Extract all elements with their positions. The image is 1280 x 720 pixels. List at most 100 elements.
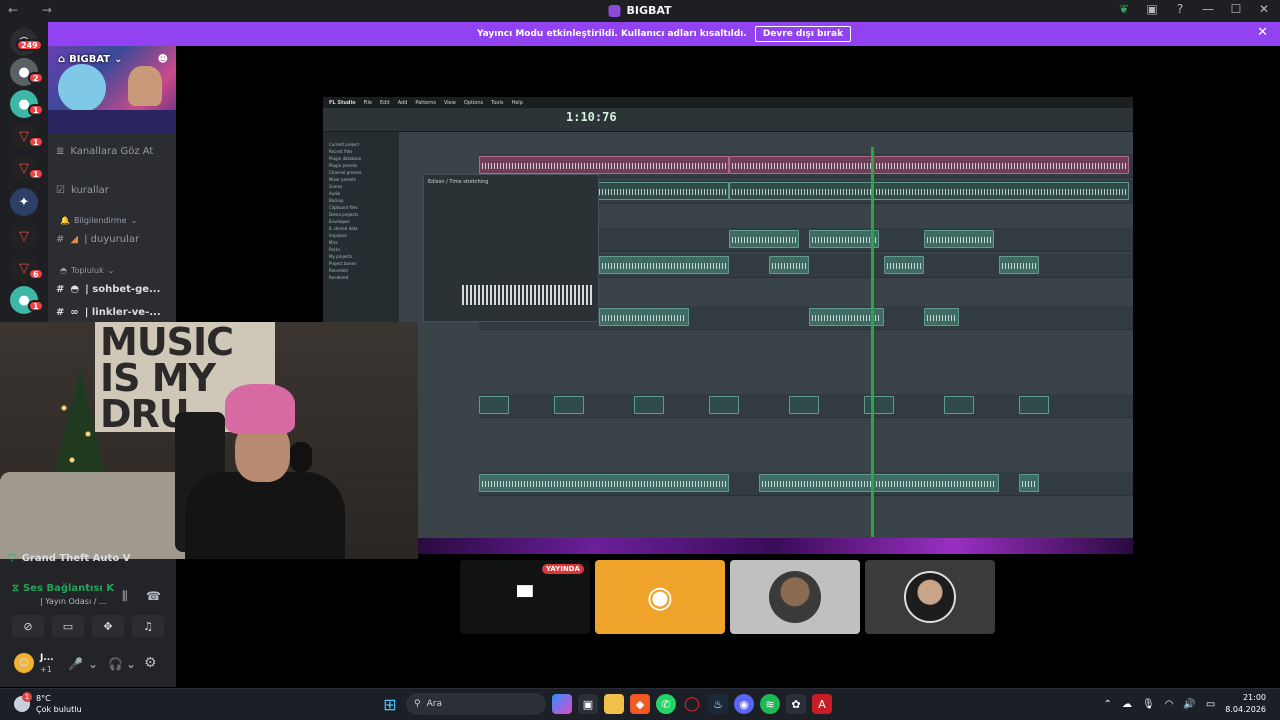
title-bar: ← → BIGBAT ❦ ▣ ? — ☐ ✕ — [0, 0, 1280, 22]
activities-button[interactable]: ✥ — [92, 615, 124, 637]
invite-people-icon[interactable]: ☻ — [158, 54, 168, 65]
home-badge: 249 — [16, 39, 43, 51]
brave-icon[interactable]: ◆ — [630, 694, 650, 714]
weather-desc: Çok bulutlu — [36, 705, 82, 714]
username[interactable]: J... — [40, 653, 54, 663]
weather-widget[interactable]: 1 8°C Çok bulutlu — [14, 692, 82, 715]
chevron-up-icon[interactable]: ⌃ — [1104, 699, 1112, 710]
game-name: Grand Theft Auto V — [21, 553, 131, 564]
windows-taskbar: 1 8°C Çok bulutlu ⊞ ⚲ Ara ▣ ◆ ✆ ◯ ♨ ◉ ≋ … — [0, 688, 1280, 720]
adobe-icon[interactable]: A — [812, 694, 832, 714]
store-icon[interactable]: ▣ — [578, 694, 598, 714]
channel-rules[interactable]: ☑ kurallar — [56, 185, 176, 196]
server-name[interactable]: ⌂ BIGBAT ⌄ — [58, 54, 123, 65]
playhead-marker[interactable] — [871, 147, 874, 537]
browser-item: Rendered — [329, 275, 349, 280]
microphone-icon[interactable]: 🎤 — [68, 657, 83, 671]
browser-item: Mixer presets — [329, 177, 356, 182]
browse-channels[interactable]: ≣ Kanallara Göz At — [56, 146, 176, 157]
channel-announcements-label: | duyurular — [84, 234, 140, 245]
nav-arrows[interactable]: ← → — [8, 3, 62, 17]
disable-streamer-mode-button[interactable]: Devre dışı bırak — [754, 26, 852, 42]
taskbar-search[interactable]: ⚲ Ara — [406, 693, 546, 715]
disconnect-icon[interactable]: ☎ — [146, 589, 161, 603]
screen-share-button[interactable]: ▭ — [52, 615, 84, 637]
channel-chat[interactable]: # ◓ | sohbet-ge... — [56, 284, 176, 295]
channel-sidebar: ⌂ BIGBAT ⌄ ☻ ≣ Kanallara Göz At ☑ kurall… — [48, 46, 176, 322]
wifi-icon[interactable]: ◠ — [1165, 699, 1174, 710]
daw-toolbar: 1:10:76 — [323, 108, 1133, 132]
browser-item: Plugin database — [329, 156, 362, 161]
cloud-sync-icon[interactable]: ☁ — [1122, 699, 1132, 710]
opera-icon[interactable]: ◯ — [682, 694, 702, 714]
microphone-tray-icon[interactable]: 🎙 — [1142, 699, 1155, 710]
browser-item: Clipboard files — [329, 205, 358, 210]
soundboard-button[interactable]: ♫ — [132, 615, 164, 637]
volume-icon[interactable]: 🔊 — [1183, 699, 1195, 710]
live-badge: YAYINDA — [542, 564, 584, 574]
user-avatar[interactable]: ☺ — [14, 653, 34, 673]
whatsapp-icon[interactable]: ✆ — [656, 694, 676, 714]
steam-icon[interactable]: ♨ — [708, 694, 728, 714]
tile-participant-1[interactable] — [730, 560, 860, 634]
settings-gear-icon[interactable]: ⚙ — [144, 655, 157, 671]
daw-menu-item: View — [443, 99, 456, 106]
system-clock[interactable]: 21:00 8.04.2026 — [1225, 692, 1266, 716]
discord-logo-icon: ◉ — [646, 579, 674, 615]
minimize-icon[interactable]: — — [1200, 2, 1216, 16]
audio-clip — [709, 396, 739, 414]
category-info[interactable]: 🔔 Bilgilendirme ⌄ — [60, 216, 137, 225]
audio-clip — [1019, 474, 1039, 492]
cloud-icon: 1 — [14, 692, 32, 712]
webcam-feed[interactable]: MUSIC IS MY DRU — [0, 322, 418, 559]
audio-clip — [729, 230, 799, 248]
audio-clip — [944, 396, 974, 414]
window-controls: ❦ ▣ ? — ☐ ✕ — [1116, 2, 1272, 16]
soundboard-icon[interactable]: ⫼ — [122, 589, 128, 604]
cast-icon[interactable]: ▣ — [1144, 2, 1160, 16]
channel-links-label: | linkler-ve-... — [84, 307, 161, 318]
channel-rules-label: kurallar — [70, 185, 109, 196]
plugin-window[interactable]: Edison / Time stretching — [423, 174, 599, 322]
app-title: BIGBAT — [608, 4, 672, 17]
server-home-icon: ⌂ — [58, 54, 66, 65]
system-tray: ⌃ ☁ 🎙 ◠ 🔊 ▭ 21:00 8.04.2026 — [1104, 692, 1266, 716]
category-info-label: Bilgilendirme — [73, 216, 127, 225]
tile-participant-2[interactable] — [865, 560, 995, 634]
audio-clip — [769, 256, 809, 274]
plugin-waveform — [462, 285, 592, 305]
server-icon-blue[interactable]: ✦ — [10, 188, 38, 216]
camera-off-button[interactable]: ⊘ — [12, 615, 44, 637]
headphones-icon[interactable]: 🎧 — [108, 657, 123, 671]
track-row — [479, 472, 1133, 496]
discord-taskbar-icon[interactable]: ◉ — [734, 694, 754, 714]
tile-discord-user[interactable]: ◉ — [595, 560, 725, 634]
server-banner[interactable]: ⌂ BIGBAT ⌄ ☻ — [48, 46, 176, 134]
banner-art-car — [48, 110, 176, 134]
windows-start-icon[interactable]: ⊞ — [380, 694, 400, 714]
user-status: +1 — [40, 665, 52, 674]
stream-screen-share[interactable]: FL Studio File Edit Add Patterns View Op… — [323, 97, 1133, 552]
channel-announcements[interactable]: # ◢ | duyurular — [56, 234, 176, 245]
maximize-icon[interactable]: ☐ — [1228, 2, 1244, 16]
voice-channel-name[interactable]: | Yayın Odası / ... — [40, 597, 107, 606]
copilot-icon[interactable] — [552, 694, 572, 714]
server-icon-red-3[interactable]: ▽ — [10, 222, 38, 250]
hash-icon: # — [56, 284, 65, 295]
app-icon[interactable]: ✿ — [786, 694, 806, 714]
tile-screen-share[interactable]: YAYINDA ▀ — [460, 560, 590, 634]
battery-icon[interactable]: ▭ — [1206, 699, 1215, 710]
chevron-down-icon[interactable]: ⌄ — [88, 657, 98, 671]
file-explorer-icon[interactable] — [604, 694, 624, 714]
close-icon[interactable]: ✕ — [1256, 2, 1272, 16]
banner-close-icon[interactable]: ✕ — [1257, 25, 1268, 40]
help-icon[interactable]: ? — [1172, 2, 1188, 16]
audio-clip — [599, 256, 729, 274]
voice-status[interactable]: ⧖ Ses Bağlantısı K — [12, 583, 114, 594]
spotify-icon[interactable]: ≋ — [760, 694, 780, 714]
bell-icon: 🔔 — [60, 216, 70, 225]
leaf-icon[interactable]: ❦ — [1116, 2, 1132, 16]
channel-links[interactable]: # ∞ | linkler-ve-... — [56, 307, 176, 318]
chevron-down-icon[interactable]: ⌄ — [126, 657, 136, 671]
category-community[interactable]: ◓ Topluluk ⌄ — [60, 266, 114, 275]
